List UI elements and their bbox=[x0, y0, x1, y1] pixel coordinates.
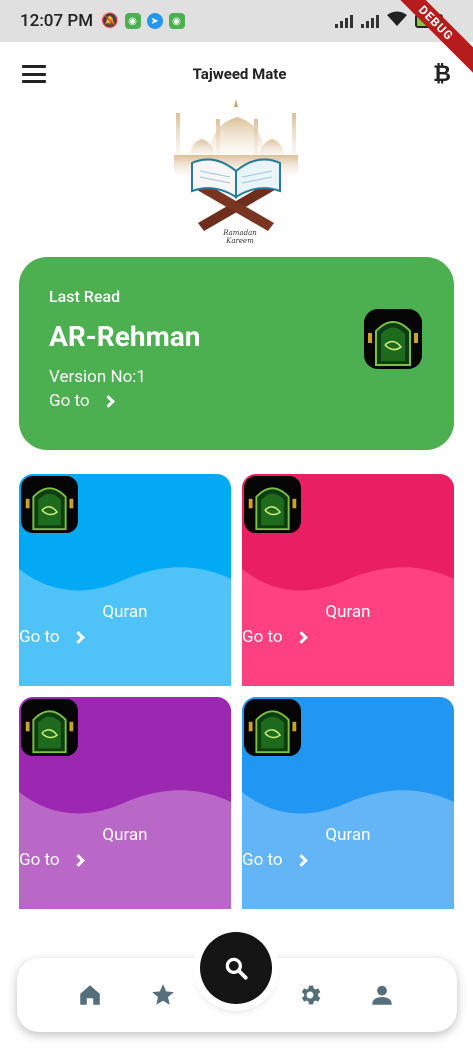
card-goto-link[interactable]: Go to bbox=[242, 850, 308, 870]
status-bar: 12:07 PM 🔕 ◉ ➤ ◉ 78 bbox=[0, 0, 473, 42]
star-icon[interactable] bbox=[150, 982, 176, 1008]
search-icon bbox=[225, 957, 248, 980]
goto-label: Go to bbox=[49, 391, 90, 411]
card-title: Quran bbox=[102, 825, 148, 845]
signal-icon bbox=[361, 14, 379, 28]
chevron-right-icon bbox=[71, 853, 85, 867]
notification-icons: 🔕 ◉ ➤ ◉ bbox=[101, 13, 185, 29]
settings-icon[interactable] bbox=[297, 982, 323, 1008]
quran-card[interactable]: Quran Go to bbox=[242, 697, 454, 909]
app-notification-icon: ◉ bbox=[168, 13, 185, 29]
card-title: Quran bbox=[325, 825, 371, 845]
quran-thumbnail bbox=[244, 699, 301, 756]
chevron-right-icon bbox=[71, 630, 85, 644]
last-read-goto-link[interactable]: Go to bbox=[49, 391, 424, 411]
goto-label: Go to bbox=[19, 627, 60, 647]
telegram-icon: ➤ bbox=[146, 13, 163, 29]
last-read-version: Version No:1 bbox=[49, 367, 146, 387]
home-icon[interactable] bbox=[77, 982, 103, 1008]
logo-caption: Ramadan Kareem bbox=[223, 229, 257, 245]
card-goto-link[interactable]: Go to bbox=[242, 627, 308, 647]
quran-card[interactable]: Quran Go to bbox=[19, 697, 231, 909]
goto-label: Go to bbox=[19, 850, 60, 870]
card-goto-link[interactable]: Go to bbox=[19, 627, 85, 647]
quran-thumbnail bbox=[364, 309, 422, 369]
bitcoin-icon[interactable]: ₿ bbox=[433, 61, 451, 87]
card-title: Quran bbox=[102, 602, 148, 622]
quran-card[interactable]: Quran Go to bbox=[19, 474, 231, 686]
mute-icon: 🔕 bbox=[101, 13, 119, 29]
wifi-icon bbox=[387, 11, 407, 31]
person-icon[interactable] bbox=[369, 982, 395, 1008]
status-time: 12:07 PM bbox=[20, 11, 94, 31]
card-goto-link[interactable]: Go to bbox=[19, 850, 85, 870]
goto-label: Go to bbox=[242, 850, 283, 870]
last-read-card[interactable]: Last Read AR-Rehman Version No:1 Go to bbox=[19, 257, 454, 450]
search-button[interactable] bbox=[200, 932, 272, 1004]
menu-icon[interactable] bbox=[22, 65, 46, 83]
chevron-right-icon bbox=[294, 853, 308, 867]
quran-thumbnail bbox=[21, 699, 78, 756]
chevron-right-icon bbox=[101, 394, 115, 408]
quran-card[interactable]: Quran Go to bbox=[242, 474, 454, 686]
quran-logo: Ramadan Kareem bbox=[170, 95, 302, 245]
goto-label: Go to bbox=[242, 627, 283, 647]
quran-thumbnail bbox=[244, 476, 301, 533]
card-title: Quran bbox=[325, 602, 371, 622]
app-title: Tajweed Mate bbox=[192, 65, 287, 83]
quran-thumbnail bbox=[21, 476, 78, 533]
app-notification-icon: ◉ bbox=[124, 13, 141, 29]
last-read-label: Last Read bbox=[49, 287, 121, 306]
chevron-right-icon bbox=[294, 630, 308, 644]
signal-icon bbox=[335, 14, 353, 28]
